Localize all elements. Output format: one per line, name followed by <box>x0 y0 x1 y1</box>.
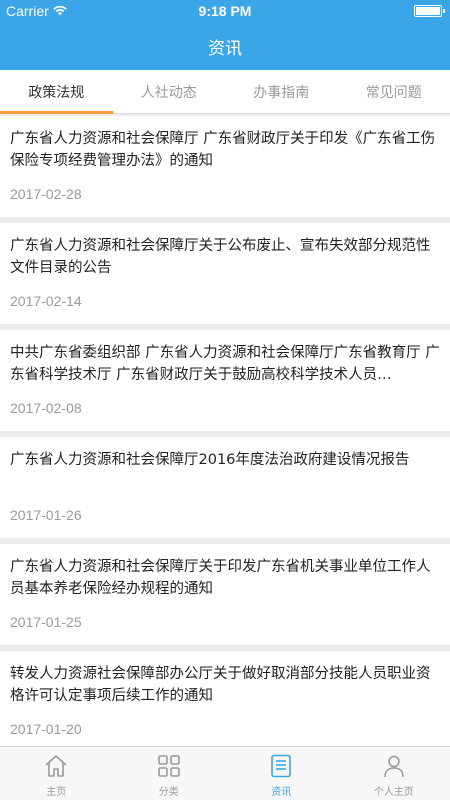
article-date: 2017-01-26 <box>10 507 82 523</box>
bottom-tab-bar: 主页 分类 资讯 个人主页 <box>0 746 450 800</box>
article-title: 广东省人力资源和社会保障厅关于印发广东省机关事业单位工作人员基本养老保险经办规程… <box>10 559 431 597</box>
list-item[interactable]: 广东省人力资源和社会保障厅关于公布废止、宣布失效部分规范性文件目录的公告 201… <box>0 223 450 324</box>
article-date: 2017-02-14 <box>10 293 82 309</box>
nav-bar: 资讯 <box>0 22 450 70</box>
tab-policy[interactable]: 政策法规 <box>0 70 113 114</box>
tab-label: 政策法规 <box>28 84 85 101</box>
tab-label: 常见问题 <box>365 84 422 101</box>
tabbar-profile[interactable]: 个人主页 <box>338 747 450 800</box>
battery-icon <box>414 5 445 17</box>
person-icon <box>383 755 404 778</box>
category-tabs: 政策法规 人社动态 办事指南 常见问题 <box>0 70 450 114</box>
list-item[interactable]: 广东省人力资源和社会保障厅2016年度法治政府建设情况报告 2017-01-26 <box>0 437 450 538</box>
list-item[interactable]: 广东省人力资源和社会保障厅 广东省财政厅关于印发《广东省工伤保险专项经费管理办法… <box>0 116 450 217</box>
tabbar-home[interactable]: 主页 <box>0 747 113 800</box>
tab-faq[interactable]: 常见问题 <box>338 70 450 113</box>
news-icon <box>271 754 292 778</box>
tab-label: 人社动态 <box>140 84 197 101</box>
list-item[interactable]: 转发人力资源社会保障部办公厅关于做好取消部分技能人员职业资格许可认定事项后续工作… <box>0 651 450 746</box>
tab-label: 办事指南 <box>253 84 310 101</box>
tabbar-category[interactable]: 分类 <box>113 747 226 800</box>
tabbar-news[interactable]: 资讯 <box>225 747 338 800</box>
status-bar: Carrier 9:18 PM <box>0 0 450 22</box>
tabbar-label: 主页 <box>46 787 67 798</box>
article-date: 2017-01-25 <box>10 614 82 630</box>
tab-news[interactable]: 人社动态 <box>113 70 226 113</box>
list-item[interactable]: 广东省人力资源和社会保障厅关于印发广东省机关事业单位工作人员基本养老保险经办规程… <box>0 544 450 645</box>
tabbar-label: 个人主页 <box>373 787 414 798</box>
article-title: 广东省人力资源和社会保障厅关于公布废止、宣布失效部分规范性文件目录的公告 <box>10 238 431 276</box>
article-title: 广东省人力资源和社会保障厅 广东省财政厅关于印发《广东省工伤保险专项经费管理办法… <box>10 131 436 169</box>
article-title: 转发人力资源社会保障部办公厅关于做好取消部分技能人员职业资格许可认定事项后续工作… <box>10 666 431 704</box>
article-date: 2017-01-20 <box>10 721 82 737</box>
tabbar-label: 分类 <box>158 787 179 798</box>
article-date: 2017-02-28 <box>10 186 82 202</box>
status-time: 9:18 PM <box>198 3 252 19</box>
article-date: 2017-02-08 <box>10 400 82 416</box>
article-title: 广东省人力资源和社会保障厅2016年度法治政府建设情况报告 <box>10 452 410 468</box>
tab-guide[interactable]: 办事指南 <box>225 70 338 113</box>
grid-icon <box>157 755 180 777</box>
list-item[interactable]: 中共广东省委组织部 广东省人力资源和社会保障厅广东省教育厅 广东省科学技术厅 广… <box>0 330 450 431</box>
tabbar-label: 资讯 <box>271 787 292 798</box>
article-list: 广东省人力资源和社会保障厅 广东省财政厅关于印发《广东省工伤保险专项经费管理办法… <box>0 116 450 746</box>
article-title: 中共广东省委组织部 广东省人力资源和社会保障厅广东省教育厅 广东省科学技术厅 广… <box>10 345 440 383</box>
home-icon <box>45 755 67 777</box>
page-title: 资讯 <box>208 38 242 59</box>
